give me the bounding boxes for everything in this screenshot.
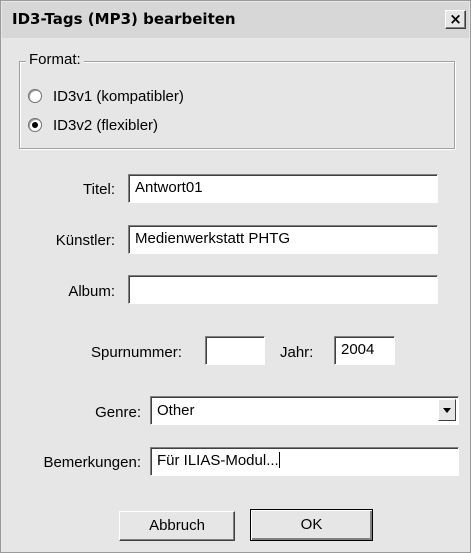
genre-select[interactable]: Other <box>150 396 459 425</box>
album-input[interactable] <box>128 275 438 304</box>
dialog-title: ID3-Tags (MP3) bearbeiten <box>12 10 236 28</box>
genre-label: Genre: <box>95 404 141 421</box>
jahr-input[interactable]: 2004 <box>334 336 395 365</box>
bemerkungen-label: Bemerkungen: <box>43 454 141 471</box>
radio-id3v1-indicator[interactable] <box>28 89 42 103</box>
radio-id3v1[interactable]: ID3v1 (kompatibler) <box>28 86 184 106</box>
spurnummer-input[interactable] <box>205 336 265 365</box>
jahr-label: Jahr: <box>280 344 314 361</box>
album-label: Album: <box>68 283 115 300</box>
radio-id3v2-indicator[interactable] <box>28 118 42 132</box>
close-button[interactable]: × <box>445 10 466 29</box>
radio-id3v2-label: ID3v2 (flexibler) <box>53 116 159 134</box>
ok-button[interactable]: OK <box>250 509 373 541</box>
bemerkungen-value: Für ILIAS-Modul... <box>157 452 279 469</box>
id3-tags-dialog: ID3-Tags (MP3) bearbeiten × Format: ID3v… <box>0 0 471 553</box>
radio-id3v2[interactable]: ID3v2 (flexibler) <box>28 115 158 135</box>
kuenstler-input[interactable]: Medienwerkstatt PHTG <box>128 225 438 254</box>
cancel-button[interactable]: Abbruch <box>119 511 235 541</box>
title-bar[interactable]: ID3-Tags (MP3) bearbeiten × <box>2 2 469 38</box>
text-cursor <box>278 452 280 468</box>
titel-label: Titel: <box>83 181 115 198</box>
chevron-down-icon[interactable] <box>438 399 456 421</box>
spurnummer-label: Spurnummer: <box>91 344 182 361</box>
radio-id3v1-label: ID3v1 (kompatibler) <box>53 87 184 105</box>
kuenstler-label: Künstler: <box>55 232 115 249</box>
close-icon: × <box>449 10 462 28</box>
genre-selected-value: Other <box>157 402 195 419</box>
format-legend: Format: <box>26 51 84 68</box>
titel-input[interactable]: Antwort01 <box>128 174 438 203</box>
bemerkungen-input[interactable]: Für ILIAS-Modul... <box>150 447 459 476</box>
